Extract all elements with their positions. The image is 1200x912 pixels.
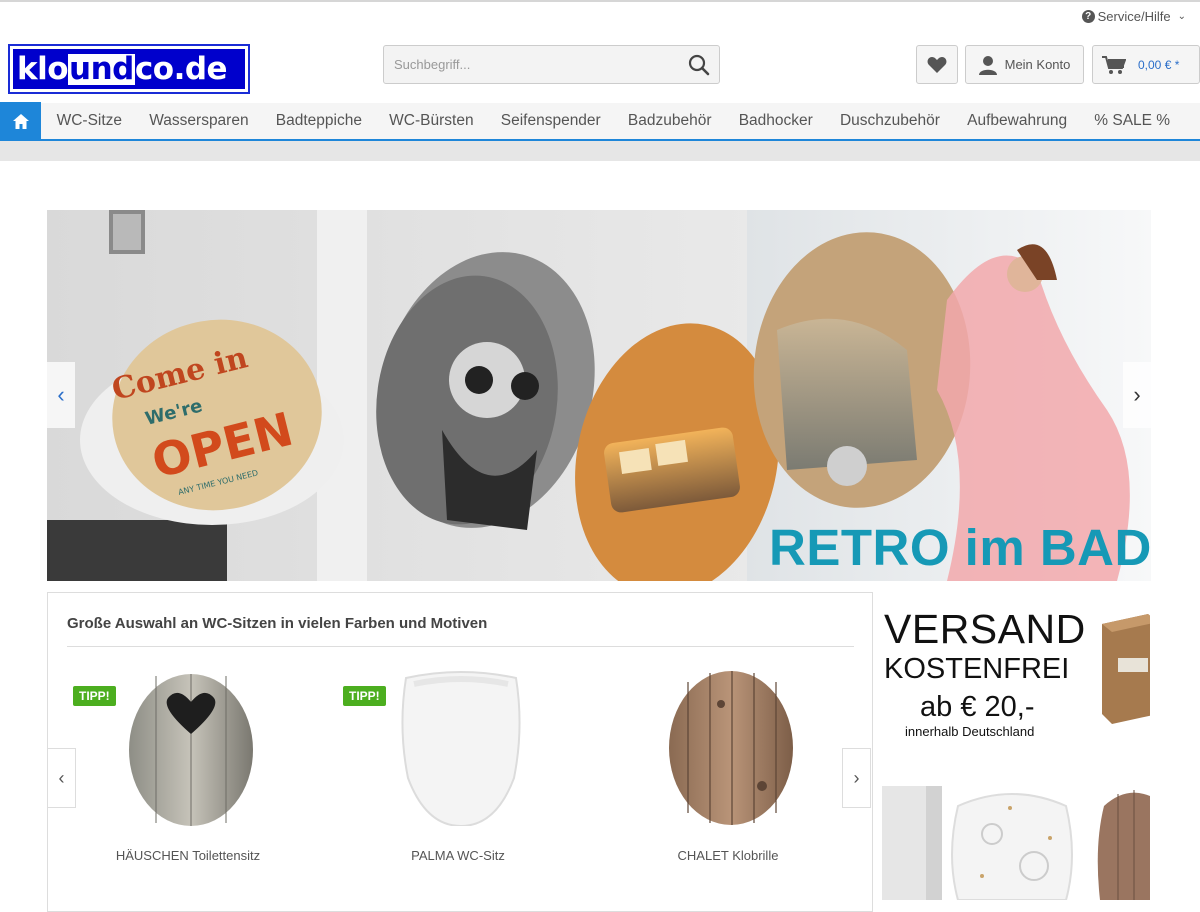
nav-item-sale[interactable]: % SALE % [1081, 112, 1184, 130]
product-card[interactable]: TIPP! PALMA WC-Sitz [328, 668, 588, 868]
search-button[interactable] [679, 46, 719, 83]
product-next-button[interactable]: › [842, 748, 871, 808]
nav-item-badzubehoer[interactable]: Badzubehör [614, 112, 725, 130]
hero-prev-button[interactable]: ‹ [47, 362, 75, 428]
product-name[interactable]: CHALET Klobrille [598, 848, 858, 863]
hero-slider[interactable]: Come in We're OPEN ANY TIME YOU NEED RET… [47, 210, 1151, 581]
service-help-label: Service/Hilfe [1097, 9, 1171, 24]
product-image-palma [401, 671, 521, 826]
nav-sub-bar [0, 141, 1200, 161]
product-slider-title: Große Auswahl an WC-Sitzen in vielen Far… [67, 615, 488, 632]
heart-icon [927, 56, 947, 73]
account-button[interactable]: Mein Konto [965, 45, 1084, 84]
search-box [383, 45, 720, 84]
home-icon [12, 113, 29, 129]
product-image-haeuschen [129, 674, 253, 826]
chevron-right-icon: › [853, 767, 860, 788]
product-card[interactable]: TIPP! HÄUSCHEN Toilettensitz [58, 668, 318, 868]
product-prev-button[interactable]: ‹ [47, 748, 76, 808]
logo-text-part3: co.de [134, 50, 228, 87]
chevron-left-icon: ‹ [57, 382, 65, 407]
service-help-menu[interactable]: ? Service/Hilfe ⌄ [1081, 9, 1186, 24]
hero-next-button[interactable]: › [1123, 362, 1151, 428]
promo-product-banner[interactable] [882, 786, 1150, 900]
main-navigation: WC-Sitze Wassersparen Badteppiche WC-Bür… [0, 102, 1200, 141]
tip-badge: TIPP! [343, 686, 386, 706]
search-input[interactable] [384, 46, 679, 83]
nav-item-wc-buersten[interactable]: WC-Bürsten [376, 112, 488, 130]
panel-divider [67, 646, 854, 647]
cart-icon [1102, 55, 1126, 74]
product-image-chalet [669, 671, 793, 825]
nav-item-aufbewahrung[interactable]: Aufbewahrung [954, 112, 1081, 130]
chevron-right-icon: › [1133, 382, 1141, 407]
promo-product-image [882, 786, 1150, 900]
hero-slide-text: RETRO im BAD [769, 519, 1151, 576]
wishlist-button[interactable] [916, 45, 958, 84]
product-card[interactable]: CHALET Klobrille [598, 668, 858, 868]
logo-text-part2: und [68, 50, 135, 87]
search-icon [688, 54, 710, 75]
promo-line-4: innerhalb Deutschland [905, 724, 1035, 739]
promo-line-1: VERSAND [884, 606, 1086, 652]
product-name[interactable]: PALMA WC-Sitz [328, 848, 588, 863]
site-logo[interactable]: klo und co.de [8, 44, 250, 94]
help-icon: ? [1081, 10, 1095, 23]
chevron-down-icon: ⌄ [1177, 11, 1186, 22]
nav-item-badhocker[interactable]: Badhocker [725, 112, 826, 130]
product-slider-panel: Große Auswahl an WC-Sitzen in vielen Far… [47, 592, 873, 912]
account-label: Mein Konto [1004, 57, 1071, 72]
promo-line-2: KOSTENFREI [884, 653, 1070, 685]
top-border [0, 0, 1200, 2]
nav-item-wassersparen[interactable]: Wassersparen [136, 112, 263, 130]
chevron-left-icon: ‹ [58, 767, 65, 788]
cart-button[interactable]: 0,00 € * [1092, 45, 1200, 84]
package-image [1102, 614, 1150, 724]
nav-item-seifenspender[interactable]: Seifenspender [487, 112, 614, 130]
product-name[interactable]: HÄUSCHEN Toilettensitz [58, 848, 318, 863]
home-button[interactable] [0, 102, 41, 140]
logo-text-part1: klo [17, 50, 69, 87]
promo-line-3: ab € 20,- [920, 691, 1035, 723]
cart-amount: 0,00 € * [1138, 57, 1180, 72]
tip-badge: TIPP! [73, 686, 116, 706]
nav-item-wc-sitze[interactable]: WC-Sitze [43, 112, 136, 130]
user-icon [978, 55, 997, 75]
nav-item-duschzubehoer[interactable]: Duschzubehör [826, 112, 953, 130]
free-shipping-banner[interactable]: VERSAND KOSTENFREI ab € 20,- innerhalb D… [882, 598, 1150, 768]
nav-item-badteppiche[interactable]: Badteppiche [262, 112, 375, 130]
